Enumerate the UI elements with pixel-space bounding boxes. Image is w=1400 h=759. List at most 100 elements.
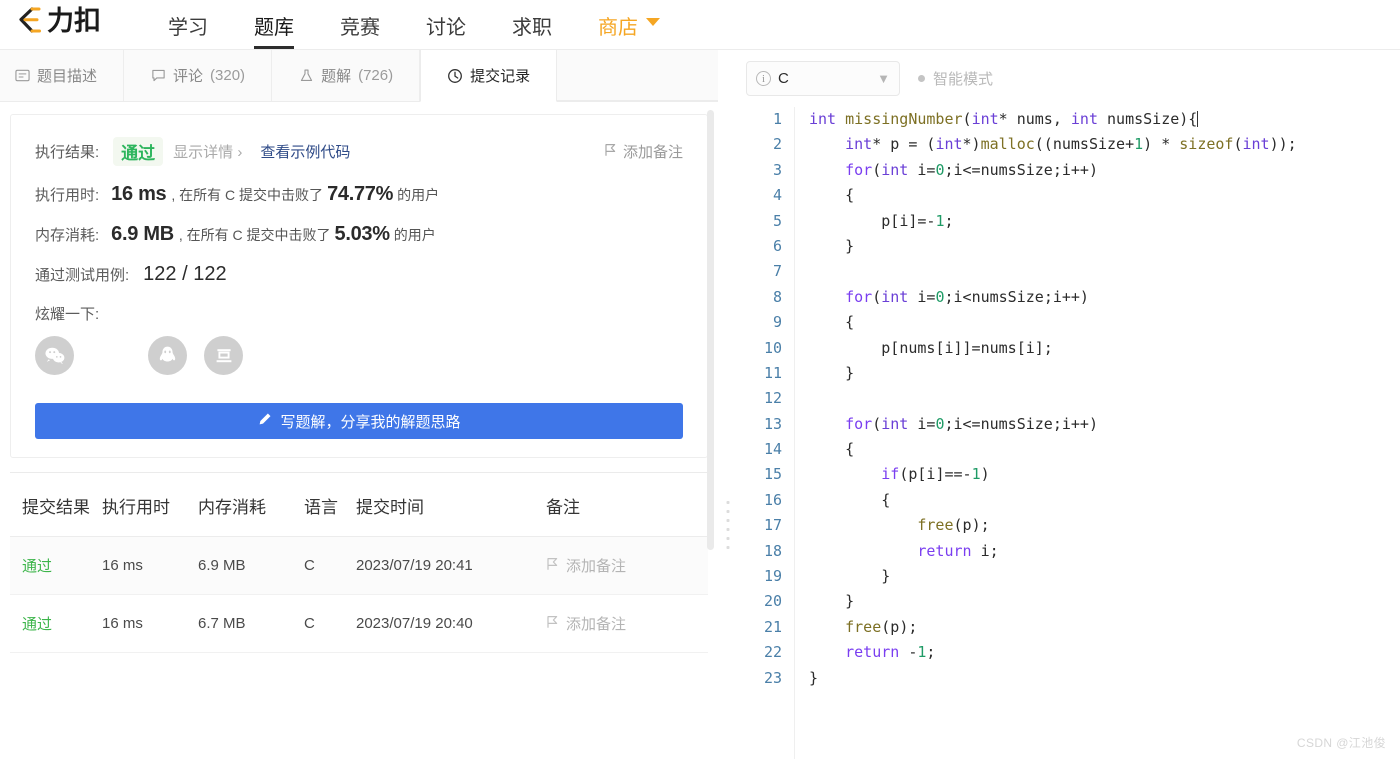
smart-mode-toggle[interactable]: 智能模式 [918, 68, 993, 89]
tab-comments-count: (320) [210, 67, 246, 84]
share-buttons [35, 336, 683, 375]
row-submit-time: 2023/07/19 20:41 [356, 536, 546, 595]
line-number: 21 [763, 617, 782, 636]
left-panel: 题目描述 评论 (320) 题解 (726) 提交记录 执行结果: 通过 显示详… [0, 50, 718, 759]
site-logo[interactable]: 力扣 [12, 0, 101, 49]
nav-item-discuss[interactable]: 讨论 [426, 18, 466, 49]
runtime-suffix: 的用户 [397, 186, 440, 203]
nav-item-contest[interactable]: 竞赛 [340, 18, 380, 49]
nav-item-problems[interactable]: 题库 [254, 18, 294, 49]
leetcode-logo-icon [12, 6, 44, 36]
left-pane-scrollbar[interactable] [707, 110, 714, 550]
row-memory: 6.7 MB [198, 594, 304, 653]
clock-icon [447, 68, 463, 84]
memory-label: 内存消耗: [35, 227, 100, 244]
qq-share-icon[interactable] [148, 336, 187, 375]
table-row[interactable]: 通过 16 ms 6.7 MB C 2023/07/19 20:40 添加备注 [10, 594, 708, 653]
tab-submissions-label: 提交记录 [470, 68, 531, 85]
line-number: 8 [772, 287, 782, 306]
code-line: free(p); [845, 617, 918, 636]
flag-icon [604, 143, 617, 161]
result-status-row: 执行结果: 通过 显示详情 › 查看示例代码 添加备注 [35, 137, 683, 166]
wechat-share-icon[interactable] [35, 336, 74, 375]
chevron-down-icon[interactable] [646, 17, 660, 26]
line-number: 18 [763, 541, 782, 560]
code-line: { [809, 490, 891, 509]
line-number: 15 [763, 465, 782, 484]
comment-icon [150, 68, 166, 84]
table-row[interactable]: 通过 16 ms 6.9 MB C 2023/07/19 20:41 添加备注 [10, 536, 708, 595]
write-solution-button[interactable]: 写题解，分享我的解题思路 [35, 403, 683, 439]
sample-code-link[interactable]: 查看示例代码 [260, 141, 350, 162]
leetcode-submission-page: 力扣 学习 题库 竞赛 讨论 求职 商店 题目描述 评论 (320) 题解 (7… [0, 0, 1400, 759]
runtime-mid-text: , 在所有 C 提交中击败了 [171, 186, 324, 203]
code-line: } [809, 567, 891, 586]
nav-item-study[interactable]: 学习 [168, 18, 208, 49]
language-select[interactable]: i C ▼ [746, 61, 900, 96]
code-area[interactable]: 1 2 3 4 5 6 7 8 9 10 11 12 13 14 15 16 1 [738, 107, 1400, 759]
code-line: for(int i=0;i<=numsSize;i++) [845, 414, 1098, 433]
submission-result-card: 执行结果: 通过 显示详情 › 查看示例代码 添加备注 执行用时: 16 ms … [10, 114, 708, 458]
code-line: } [809, 363, 855, 382]
line-number: 7 [772, 262, 782, 281]
test-cases-row: 通过测试用例: 122 / 122 [35, 263, 683, 286]
add-note-button[interactable]: 添加备注 [604, 141, 683, 162]
row-add-note-button[interactable]: 添加备注 [546, 613, 708, 634]
line-number: 2 [772, 135, 782, 154]
submissions-section: 提交结果 执行用时 内存消耗 语言 提交时间 备注 通过 16 ms 6.9 M… [10, 472, 708, 653]
tab-comments[interactable]: 评论 (320) [124, 50, 273, 101]
col-submit-time: 提交时间 [356, 473, 546, 537]
memory-suffix: 的用户 [393, 226, 436, 243]
nav-item-jobs[interactable]: 求职 [512, 18, 552, 49]
panel-splitter[interactable] [718, 50, 738, 759]
col-language: 语言 [304, 473, 356, 537]
splitter-drag-handle[interactable] [726, 495, 730, 555]
flag-icon [546, 615, 559, 633]
problem-tabs: 题目描述 评论 (320) 题解 (726) 提交记录 [0, 50, 718, 102]
line-number: 6 [772, 236, 782, 255]
code-editor-panel: i C ▼ 智能模式 1 2 3 4 5 6 7 8 9 10 11 12 13… [738, 50, 1400, 759]
tab-submissions[interactable]: 提交记录 [420, 50, 558, 102]
line-number: 14 [763, 440, 782, 459]
nav-items: 学习 题库 竞赛 讨论 求职 商店 [145, 0, 660, 49]
runtime-label: 执行用时: [35, 187, 100, 204]
nav-item-store[interactable]: 商店 [598, 18, 638, 49]
tab-solutions[interactable]: 题解 (726) [272, 50, 421, 101]
flag-icon [546, 557, 559, 575]
code-line: { [809, 186, 855, 205]
tabs-filler [557, 50, 718, 101]
code-line: int missingNumber(int* nums, int numsSiz… [809, 110, 1199, 128]
line-number: 11 [763, 363, 782, 382]
row-add-note-button[interactable]: 添加备注 [546, 555, 708, 576]
line-number: 9 [772, 313, 782, 332]
douban-share-icon[interactable] [204, 336, 243, 375]
line-number: 12 [763, 389, 782, 408]
runtime-percentile: 74.77% [327, 183, 394, 205]
show-detail-link[interactable]: 显示详情 › [173, 141, 242, 162]
row-result-link[interactable]: 通过 [22, 616, 52, 633]
runtime-value: 16 ms [111, 183, 167, 205]
memory-percentile: 5.03% [334, 223, 391, 245]
table-header-row: 提交结果 执行用时 内存消耗 语言 提交时间 备注 [10, 473, 708, 537]
watermark: CSDN @江池俊 [1296, 736, 1386, 750]
tab-description[interactable]: 题目描述 [0, 50, 125, 101]
smart-mode-label: 智能模式 [933, 71, 994, 88]
code-line: } [809, 592, 855, 611]
code-line: p[i]=-1; [881, 211, 954, 230]
col-memory: 内存消耗 [198, 473, 304, 537]
code-content[interactable]: int missingNumber(int* nums, int numsSiz… [794, 107, 1400, 759]
add-note-label: 添加备注 [622, 144, 683, 161]
code-line: return i; [917, 541, 999, 560]
row-memory: 6.9 MB [198, 536, 304, 595]
row-result-link[interactable]: 通过 [22, 558, 52, 575]
top-navigation: 力扣 学习 题库 竞赛 讨论 求职 商店 [0, 0, 1400, 50]
chevron-down-icon: ▼ [877, 71, 890, 86]
tab-solutions-count: (726) [358, 67, 394, 84]
line-number: 3 [772, 160, 782, 179]
code-line: if(p[i]==-1) [881, 465, 990, 484]
description-icon [14, 68, 30, 84]
test-cases-label: 通过测试用例: [35, 267, 130, 284]
exec-result-label: 执行结果: [35, 144, 100, 161]
memory-row: 内存消耗: 6.9 MB , 在所有 C 提交中击败了 5.03% 的用户 [35, 223, 683, 246]
